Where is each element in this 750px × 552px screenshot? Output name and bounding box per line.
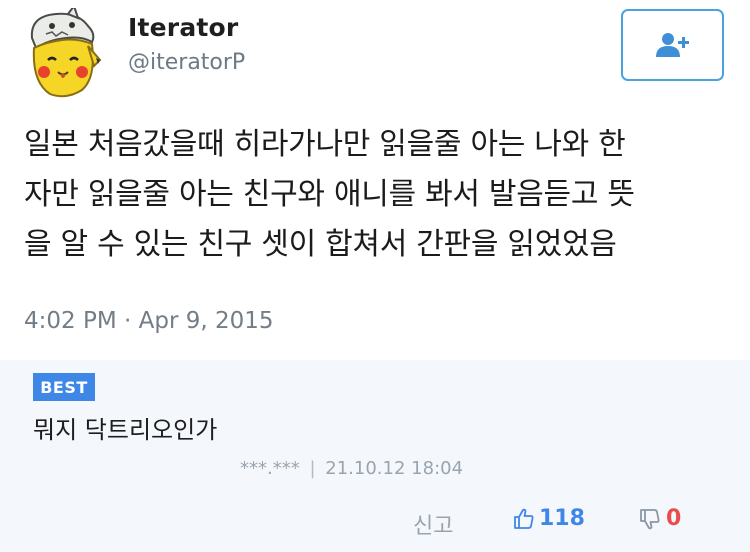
pikachu-avatar-icon [30,3,102,98]
comment-text: 뭐지 닥트리오인가 [33,416,218,444]
user-handle[interactable]: @iteratorP [128,50,245,75]
dislike-count: 0 [666,506,682,531]
tweet-text-line: 자만 읽을줄 아는 친구와 애니를 봐서 발음듣고 뜻 [24,177,635,212]
tweet-text: 일본 처음갔을때 히라가나만 읽을줄 아는 나와 한 자만 읽을줄 아는 친구와… [24,120,724,270]
comment-meta: ***.*** | 21.10.12 18:04 [240,458,463,479]
tweet-card: Iterator @iteratorP 일본 처음갔을때 히라가나만 읽을줄 아… [0,0,750,360]
comment-author: ***.*** [240,458,300,479]
add-user-icon [655,33,689,57]
best-badge: BEST [33,373,95,401]
thumbs-down-icon [640,508,660,529]
dislike-button[interactable]: 0 [638,506,681,531]
display-name[interactable]: Iterator [128,13,238,42]
comment-date: 21.10.12 18:04 [325,458,464,479]
avatar[interactable] [22,3,102,100]
like-count: 118 [539,506,585,531]
tweet-text-line: 일본 처음갔을때 히라가나만 읽을줄 아는 나와 한 [24,127,626,162]
tweet-text-line: 을 알 수 있는 친구 셋이 합쳐서 간판을 읽었었음 [24,227,617,262]
thumbs-up-icon [514,508,534,529]
like-button[interactable]: 118 [512,506,585,531]
best-comment-section: BEST 뭐지 닥트리오인가 ***.*** | 21.10.12 18:04 … [0,360,750,552]
report-button[interactable]: 신고 [413,508,453,540]
tweet-timestamp[interactable]: 4:02 PM · Apr 9, 2015 [24,308,274,334]
meta-separator: | [309,458,316,479]
follow-button[interactable] [621,9,724,81]
